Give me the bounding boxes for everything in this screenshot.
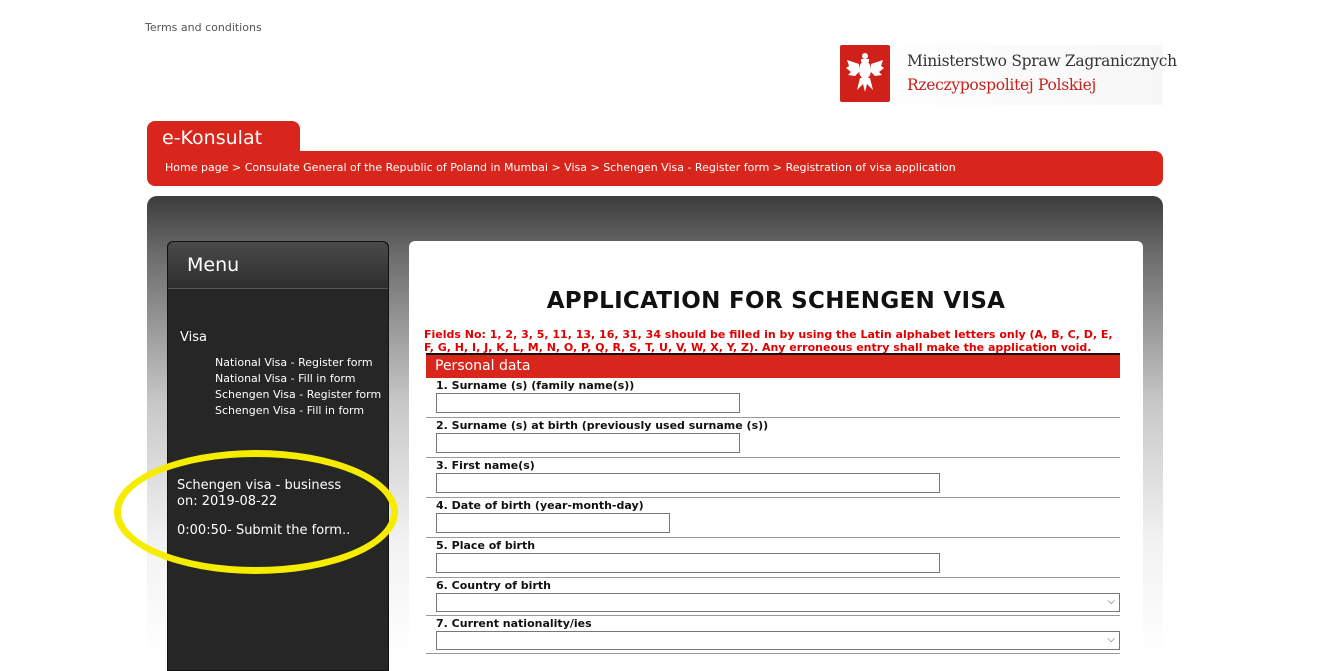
field-label: 2. Surname (s) at birth (previously used… [436, 419, 769, 432]
field-label: 6. Country of birth [436, 579, 551, 592]
e-konsulat-label: e-Konsulat [162, 127, 263, 149]
country-of-birth-select[interactable]: ⌵ [436, 593, 1120, 612]
field-place-of-birth: 5. Place of birth [426, 538, 1120, 578]
breadcrumb-home[interactable]: Home page [165, 161, 228, 174]
menu-links: National Visa - Register form National V… [215, 356, 385, 420]
field-surname-at-birth: 2. Surname (s) at birth (previously used… [426, 418, 1120, 458]
breadcrumb-visa[interactable]: Visa [564, 161, 587, 174]
first-name-input[interactable] [436, 473, 940, 493]
breadcrumb-separator: > [231, 161, 245, 174]
chevron-down-icon: ⌵ [1107, 596, 1115, 607]
breadcrumb-separator: > [590, 161, 604, 174]
surname-at-birth-input[interactable] [436, 433, 740, 453]
latin-alphabet-warning: Fields No: 1, 2, 3, 5, 11, 13, 16, 31, 3… [424, 328, 1113, 354]
field-label: 3. First name(s) [436, 459, 535, 472]
menu-link-national-register[interactable]: National Visa - Register form [215, 356, 385, 369]
personal-data-section: Personal data [426, 353, 1120, 378]
breadcrumb-schengen-register[interactable]: Schengen Visa - Register form [603, 161, 769, 174]
breadcrumb-separator: > [551, 161, 565, 174]
sidebar-menu: Menu Visa National Visa - Register form … [167, 241, 389, 671]
breadcrumb-separator: > [772, 161, 786, 174]
menu-link-national-fill[interactable]: National Visa - Fill in form [215, 372, 385, 385]
field-label: 5. Place of birth [436, 539, 536, 552]
breadcrumb-consulate[interactable]: Consulate General of the Republic of Pol… [245, 161, 548, 174]
form-panel: APPLICATION FOR SCHENGEN VISA Fields No:… [409, 241, 1143, 671]
section-title: Personal data [435, 358, 531, 374]
menu-link-schengen-register[interactable]: Schengen Visa - Register form [215, 388, 385, 401]
visa-type: Schengen visa - business [177, 478, 342, 493]
field-label: 1. Surname (s) (family name(s)) [436, 379, 635, 392]
field-date-of-birth: 4. Date of birth (year-month-day) [426, 498, 1120, 538]
menu-header: Menu [168, 242, 388, 289]
current-nationality-select[interactable]: ⌵ [436, 631, 1120, 650]
field-country-of-birth: 6. Country of birth ⌵ [426, 578, 1120, 616]
countdown-timer: 0:00:50- Submit the form.. [177, 523, 351, 538]
breadcrumb-current: Registration of visa application [785, 161, 956, 174]
polish-eagle-icon [840, 45, 890, 102]
field-label: 4. Date of birth (year-month-day) [436, 499, 644, 512]
field-label: 7. Current nationality/ies [436, 617, 592, 630]
form-title: APPLICATION FOR SCHENGEN VISA [546, 288, 1006, 314]
visa-date: on: 2019-08-22 [177, 494, 278, 509]
terms-link[interactable]: Terms and conditions [145, 21, 262, 34]
field-first-name: 3. First name(s) [426, 458, 1120, 498]
breadcrumb: Home page > Consulate General of the Rep… [165, 161, 956, 174]
date-of-birth-input[interactable] [436, 513, 670, 533]
chevron-down-icon: ⌵ [1107, 634, 1115, 645]
menu-title: Menu [187, 254, 240, 276]
menu-section-visa[interactable]: Visa [180, 330, 207, 345]
ministry-logo: Ministerstwo Spraw Zagranicznych Rzeczyp… [840, 45, 1177, 105]
field-surname: 1. Surname (s) (family name(s)) [426, 378, 1120, 418]
surname-input[interactable] [436, 393, 740, 413]
e-konsulat-tab[interactable]: e-Konsulat [147, 121, 300, 157]
ministry-name-line2: Rzeczypospolitej Polskiej [907, 76, 1096, 94]
visa-status-info: Schengen visa - business on: 2019-08-22 [177, 478, 377, 510]
place-of-birth-input[interactable] [436, 553, 940, 573]
field-current-nationality: 7. Current nationality/ies ⌵ [426, 616, 1120, 654]
ministry-name-line1: Ministerstwo Spraw Zagranicznych [907, 52, 1177, 70]
menu-link-schengen-fill[interactable]: Schengen Visa - Fill in form [215, 404, 385, 417]
